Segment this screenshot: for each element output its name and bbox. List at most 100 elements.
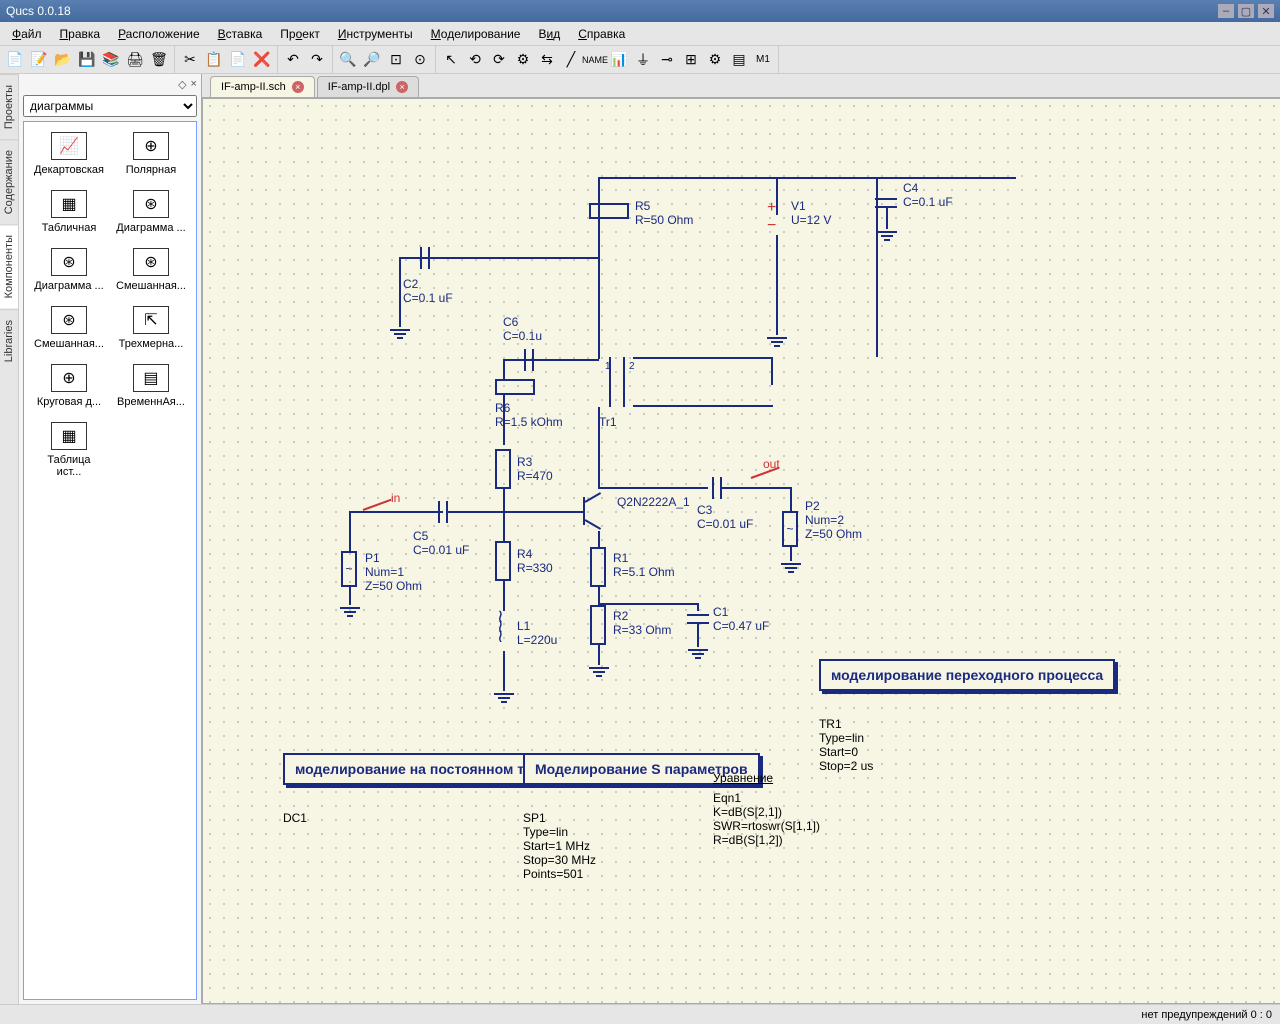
pal-tabular[interactable]: ▦Табличная <box>30 186 108 238</box>
menu-tools[interactable]: Инструменты <box>330 24 421 44</box>
component-V1[interactable]: +− <box>767 199 776 235</box>
status-bar: нет предупреждений 0 : 0 <box>0 1004 1280 1024</box>
pal-diagram2[interactable]: ⊛Диаграмма ... <box>30 244 108 296</box>
menu-project[interactable]: Проект <box>272 24 328 44</box>
maximize-button[interactable]: ▢ <box>1238 4 1254 18</box>
print-icon[interactable]: 🖨 <box>124 49 146 71</box>
label-C5: C5 C=0.01 uF <box>413 529 469 557</box>
menu-help[interactable]: Справка <box>570 24 633 44</box>
component-Q1[interactable] <box>579 489 609 533</box>
erase-icon[interactable]: ❌ <box>251 49 273 71</box>
menu-view[interactable]: Вид <box>530 24 568 44</box>
new-icon[interactable]: 📄 <box>4 49 26 71</box>
schematic-canvas[interactable]: R5 R=50 Ohm C4 C=0.1 uF +− V1 U=12 V C2 … <box>203 99 1280 1004</box>
toggle-icon[interactable]: ⇆ <box>536 49 558 71</box>
component-R2[interactable] <box>590 605 606 645</box>
label-C4: C4 C=0.1 uF <box>903 181 953 209</box>
pointer-icon[interactable]: ↖ <box>440 49 462 71</box>
menu-insert[interactable]: Вставка <box>210 24 271 44</box>
label-Q1: Q2N2222A_1 <box>617 495 690 509</box>
sidetab-projects[interactable]: Проекты <box>0 74 18 139</box>
sidetab-libraries[interactable]: Libraries <box>0 309 18 372</box>
undo-icon[interactable]: ↶ <box>282 49 304 71</box>
pal-smith[interactable]: ⊕Круговая д... <box>30 360 108 412</box>
label-R1: R1 R=5.1 Ohm <box>613 551 675 579</box>
pal-mixed2[interactable]: ⊛Смешанная... <box>30 302 108 354</box>
delete-icon[interactable]: 🗑 <box>148 49 170 71</box>
zoomin-icon[interactable]: 🔍 <box>337 49 359 71</box>
component-R3[interactable] <box>495 449 511 489</box>
component-R4[interactable] <box>495 541 511 581</box>
close-button[interactable]: ✕ <box>1258 4 1274 18</box>
ground-icon <box>688 647 708 661</box>
component-P1[interactable]: ~ <box>341 551 357 587</box>
label-L1: L1 L=220u <box>517 619 557 647</box>
save-icon[interactable]: 💾 <box>76 49 98 71</box>
ground-icon <box>877 229 897 243</box>
component-R5[interactable] <box>589 203 629 219</box>
zoom100-icon[interactable]: ⊙ <box>409 49 431 71</box>
canvas-viewport[interactable]: R5 R=50 Ohm C4 C=0.1 uF +− V1 U=12 V C2 … <box>202 98 1280 1004</box>
toolbar: 📄 📝 📂 💾 📚 🖨 🗑 ✂ 📋 📄 ❌ ↶ ↷ 🔍 🔎 ⊡ ⊙ ↖ ⟲ ⟳ … <box>0 46 1280 74</box>
label-icon[interactable]: NAME <box>584 49 606 71</box>
label-P1: P1 Num=1 Z=50 Ohm <box>365 551 422 593</box>
label-C6: C6 C=0.1u <box>503 315 542 343</box>
sim-dc[interactable]: моделирование на постоянном токе <box>283 753 559 785</box>
component-C2[interactable] <box>417 247 433 269</box>
port-icon[interactable]: ⊸ <box>656 49 678 71</box>
minimize-button[interactable]: – <box>1218 4 1234 18</box>
forward-icon[interactable]: ⟳ <box>488 49 510 71</box>
copy-icon[interactable]: 📋 <box>203 49 225 71</box>
component-P2[interactable]: ~ <box>782 511 798 547</box>
zoomout-icon[interactable]: 🔎 <box>361 49 383 71</box>
close-icon[interactable]: × <box>292 81 304 93</box>
ground-icon[interactable]: ⏚ <box>632 49 654 71</box>
filter-icon[interactable]: ▤ <box>728 49 750 71</box>
component-R6[interactable] <box>495 379 535 395</box>
cut-icon[interactable]: ✂ <box>179 49 201 71</box>
eqn-title: Уравнение <box>713 771 773 785</box>
marker-icon[interactable]: M1 <box>752 49 774 71</box>
titlebar: Qucs 0.0.18 – ▢ ✕ <box>0 0 1280 22</box>
pal-3d[interactable]: ⇱Трехмерна... <box>112 302 190 354</box>
tab-dpl[interactable]: IF-amp-II.dpl× <box>317 76 419 97</box>
label-R6: R6 R=1.5 kOhm <box>495 401 563 429</box>
pal-polar[interactable]: ⊕Полярная <box>112 128 190 180</box>
component-L1[interactable]: ≀≀≀ <box>497 611 511 651</box>
label-P2: P2 Num=2 Z=50 Ohm <box>805 499 862 541</box>
menu-edit[interactable]: Правка <box>52 24 109 44</box>
menu-layout[interactable]: Расположение <box>110 24 208 44</box>
dock-float-icon[interactable]: ◇ <box>178 78 186 91</box>
pal-timing[interactable]: ▤ВременнАя... <box>112 360 190 412</box>
saveall-icon[interactable]: 📚 <box>100 49 122 71</box>
dock-close-icon[interactable]: × <box>191 78 197 91</box>
subcircuit-icon[interactable]: ⊞ <box>680 49 702 71</box>
pal-diagram1[interactable]: ⊛Диаграмма ... <box>112 186 190 238</box>
component-C6[interactable] <box>521 349 537 371</box>
menu-file[interactable]: Файл <box>4 24 50 44</box>
component-Tr1[interactable]: 1 2 <box>599 357 659 407</box>
sidetab-components[interactable]: Компоненты <box>0 224 18 308</box>
zoomfit-icon[interactable]: ⊡ <box>385 49 407 71</box>
pal-cartesian[interactable]: 📈Декартовская <box>30 128 108 180</box>
wire-icon[interactable]: ╱ <box>560 49 582 71</box>
editor-icon[interactable]: 📝 <box>28 49 50 71</box>
menu-simulation[interactable]: Моделирование <box>423 24 529 44</box>
sim-sp-params: SP1 Type=lin Start=1 MHz Stop=30 MHz Poi… <box>523 811 596 881</box>
equation-icon[interactable]: 📊 <box>608 49 630 71</box>
tab-sch[interactable]: IF-amp-II.sch× <box>210 76 315 97</box>
paste-icon[interactable]: 📄 <box>227 49 249 71</box>
pal-truthtable[interactable]: ▦Таблица ист... <box>30 418 108 482</box>
open-icon[interactable]: 📂 <box>52 49 74 71</box>
sim-tr[interactable]: моделирование переходного процесса <box>819 659 1115 691</box>
pal-mixed1[interactable]: ⊛Смешанная... <box>112 244 190 296</box>
simulate-icon[interactable]: ⚙ <box>512 49 534 71</box>
component-R1[interactable] <box>590 547 606 587</box>
category-dropdown[interactable]: диаграммы <box>23 95 197 117</box>
back-icon[interactable]: ⟲ <box>464 49 486 71</box>
redo-icon[interactable]: ↷ <box>306 49 328 71</box>
sidetab-content[interactable]: Содержание <box>0 139 18 224</box>
label-R5: R5 R=50 Ohm <box>635 199 693 227</box>
settings-icon[interactable]: ⚙ <box>704 49 726 71</box>
close-icon[interactable]: × <box>396 81 408 93</box>
